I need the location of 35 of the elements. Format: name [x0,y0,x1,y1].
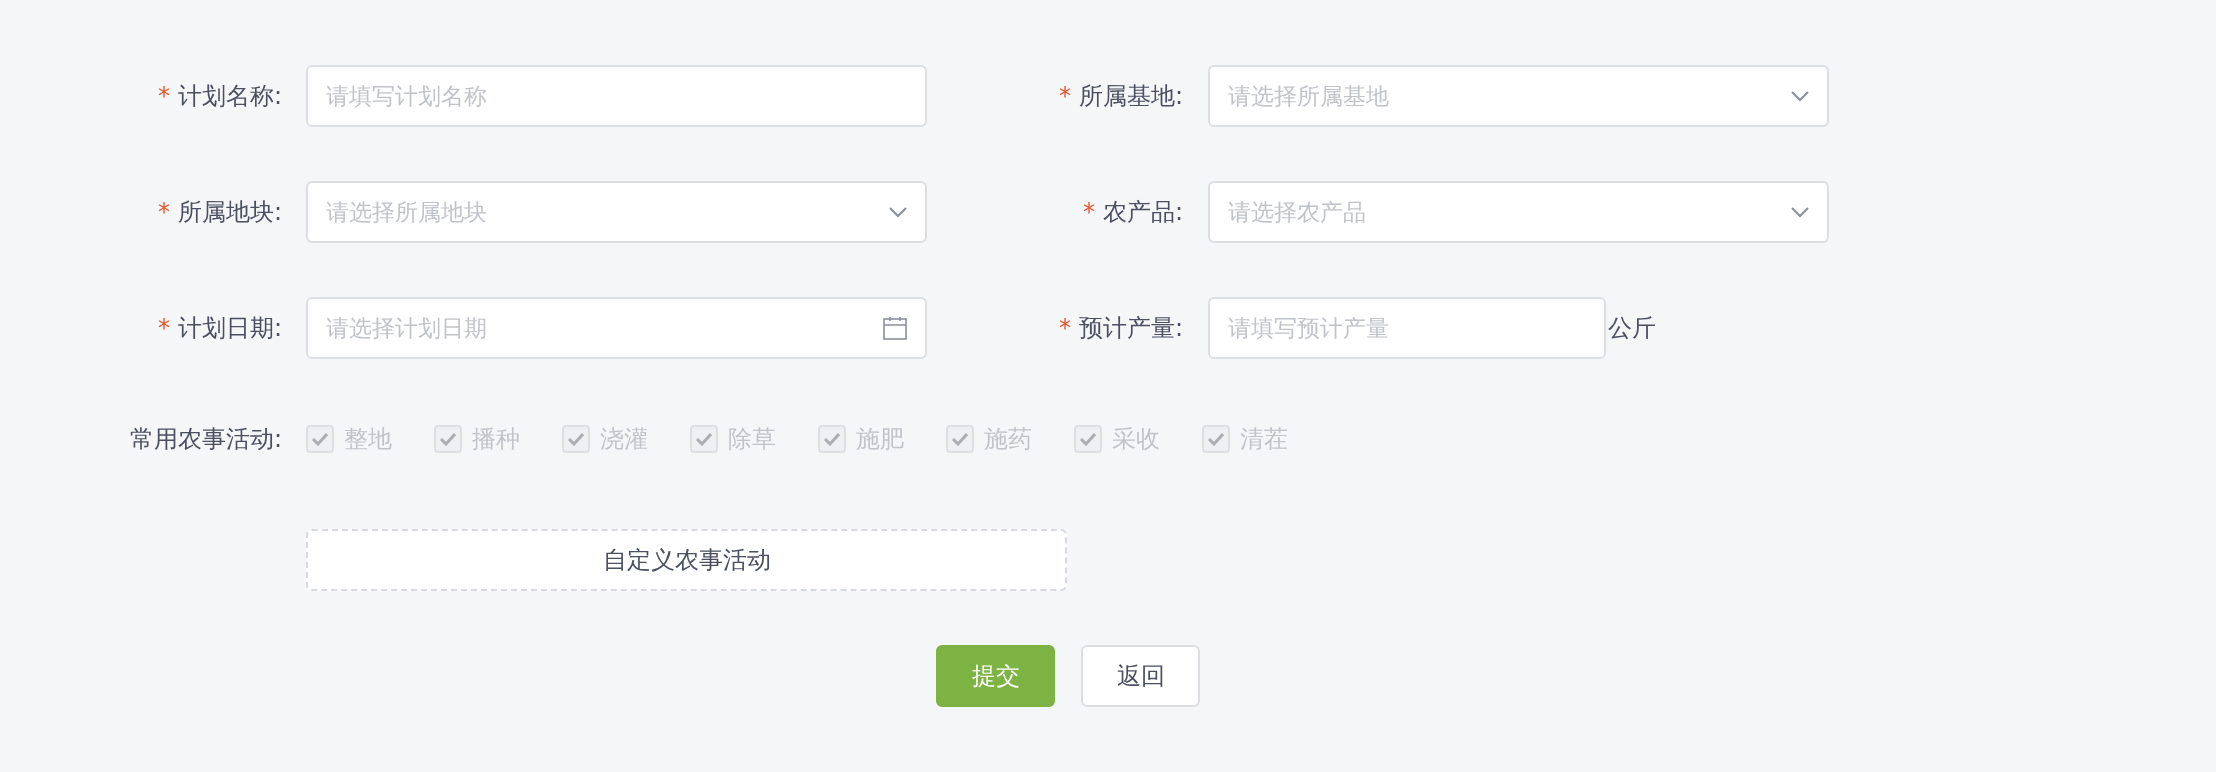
chevron-down-icon [1791,90,1809,102]
field-label: 所属基地: [1078,81,1183,112]
unit-label: 公斤 [1607,313,1656,344]
check-icon [1079,432,1097,446]
field-label: 农产品: [1102,197,1183,228]
check-icon [695,432,713,446]
select-field[interactable]: 请选择农产品 [1208,181,1829,243]
check-icon [823,432,841,446]
chevron-down-icon [1791,206,1809,218]
field-label: 计划名称: [177,81,282,112]
select-field[interactable]: 请选择所属地块 [306,181,927,243]
check-icon [311,432,329,446]
required-mark: * [1058,82,1071,110]
check-icon [567,432,585,446]
add-activity-button[interactable]: 自定义农事活动 [306,529,1067,591]
date-field[interactable]: 请选择计划日期 [306,297,927,359]
check-icon [439,432,457,446]
submit-button[interactable]: 提交 [936,645,1055,707]
required-mark: * [1082,198,1095,226]
input-field[interactable]: 请填写预计产量 [1208,297,1606,359]
chevron-down-icon [889,206,907,218]
check-icon [1207,432,1225,446]
field-label: 预计产量: [1078,313,1183,344]
calendar-icon [883,316,907,340]
required-mark: * [157,82,170,110]
field-label: 所属地块: [177,197,282,228]
required-mark: * [157,314,170,342]
field-label: 计划日期: [177,313,282,344]
required-mark: * [157,198,170,226]
field-label: 常用农事活动: [128,424,283,455]
back-button[interactable]: 返回 [1081,645,1200,707]
select-field[interactable]: 请选择所属基地 [1208,65,1829,127]
required-mark: * [1058,314,1071,342]
input-field[interactable]: 请填写计划名称 [306,65,927,127]
check-icon [951,432,969,446]
